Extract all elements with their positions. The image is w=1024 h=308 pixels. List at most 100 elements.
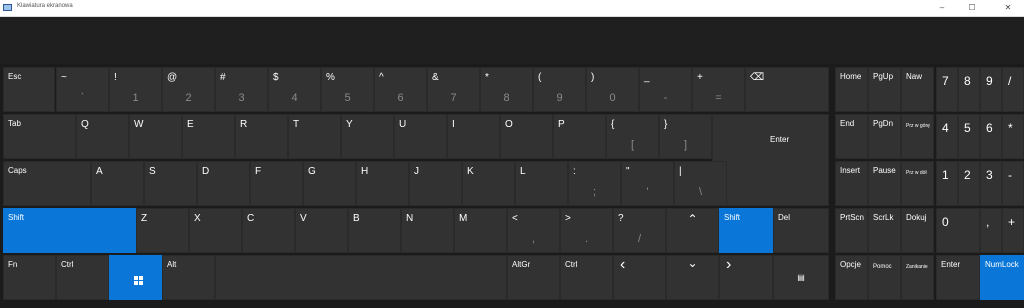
key-alt[interactable]: Alt: [162, 255, 215, 300]
key-equals[interactable]: + =: [692, 67, 745, 112]
key-enter[interactable]: Enter: [712, 114, 829, 206]
key-down[interactable]: ⌄: [666, 255, 719, 300]
key-numpad-5[interactable]: 5: [958, 114, 980, 159]
key-numpad-divide[interactable]: /: [1002, 67, 1024, 112]
key-e[interactable]: E: [182, 114, 235, 159]
key-windows[interactable]: [109, 255, 162, 300]
key-pgdn[interactable]: PgDn: [868, 114, 901, 159]
key-numpad-9[interactable]: 9: [980, 67, 1002, 112]
key-9[interactable]: (9: [533, 67, 586, 112]
key-naw[interactable]: Naw: [901, 67, 934, 112]
key-numpad-decimal[interactable]: ,: [980, 208, 1002, 253]
key-4[interactable]: $4: [268, 67, 321, 112]
key-altgr[interactable]: AltGr: [507, 255, 560, 300]
key-f[interactable]: F: [250, 161, 303, 206]
key-m[interactable]: M: [454, 208, 507, 253]
key-0[interactable]: ) 0: [586, 67, 639, 112]
key-ctrl[interactable]: Ctrl: [56, 255, 109, 300]
key-b[interactable]: B: [348, 208, 401, 253]
key-esc[interactable]: Esc: [3, 67, 55, 112]
key-s[interactable]: S: [144, 161, 197, 206]
key-5[interactable]: % 5: [321, 67, 374, 112]
key-right-ctrl[interactable]: Ctrl: [560, 255, 613, 300]
key-numpad-7[interactable]: 7: [936, 67, 958, 112]
key-pgup[interactable]: PgUp: [868, 67, 901, 112]
key-x[interactable]: X: [189, 208, 242, 253]
key-v[interactable]: V: [295, 208, 348, 253]
key-p[interactable]: P: [553, 114, 606, 159]
key-right-bracket[interactable]: }]: [659, 114, 712, 159]
key-period[interactable]: >.: [560, 208, 613, 253]
key-backspace[interactable]: ⌫: [745, 67, 829, 112]
key-up[interactable]: ⌃: [666, 208, 719, 253]
key-scrlk[interactable]: ScrLk: [868, 208, 901, 253]
key-numpad-2[interactable]: 2: [958, 161, 980, 206]
key-7[interactable]: & 7: [427, 67, 480, 112]
key-k[interactable]: K: [462, 161, 515, 206]
key-a[interactable]: A: [91, 161, 144, 206]
key-3[interactable]: #3: [215, 67, 268, 112]
key-y[interactable]: Y: [341, 114, 394, 159]
key-pause[interactable]: Pause: [868, 161, 901, 206]
key-tab[interactable]: Tab: [3, 114, 76, 159]
key-pomoc[interactable]: Pomoc: [868, 255, 901, 300]
key-insert[interactable]: Insert: [835, 161, 868, 206]
key-numpad-0[interactable]: 0: [936, 208, 980, 253]
key-z[interactable]: Z: [136, 208, 189, 253]
key-scroll-up[interactable]: Prz w górę: [901, 114, 934, 159]
key-l[interactable]: L: [515, 161, 568, 206]
key-tilde[interactable]: ~ `: [56, 67, 109, 112]
key-numpad-3[interactable]: 3: [980, 161, 1002, 206]
key-d[interactable]: D: [197, 161, 250, 206]
key-slash[interactable]: ? /: [613, 208, 666, 253]
key-w[interactable]: W: [129, 114, 182, 159]
key-numpad-enter[interactable]: Enter: [936, 255, 980, 300]
key-minus[interactable]: _ -: [639, 67, 692, 112]
key-end[interactable]: End: [835, 114, 868, 159]
key-numpad-1[interactable]: 1: [936, 161, 958, 206]
key-1[interactable]: ! 1: [109, 67, 162, 112]
key-q[interactable]: Q: [76, 114, 129, 159]
key-comma[interactable]: <,: [507, 208, 560, 253]
key-6[interactable]: ^ 6: [374, 67, 427, 112]
key-backslash[interactable]: | \: [674, 161, 727, 206]
key-c[interactable]: C: [242, 208, 295, 253]
key-h[interactable]: H: [356, 161, 409, 206]
key-caps[interactable]: Caps: [3, 161, 91, 206]
key-semicolon[interactable]: :;: [568, 161, 621, 206]
key-numpad-4[interactable]: 4: [936, 114, 958, 159]
key-left[interactable]: ‹: [613, 255, 666, 300]
key-space[interactable]: [215, 255, 507, 300]
key-g[interactable]: G: [303, 161, 356, 206]
key-numpad-6[interactable]: 6: [980, 114, 1002, 159]
key-2[interactable]: @2: [162, 67, 215, 112]
key-numpad-8[interactable]: 8: [958, 67, 980, 112]
key-prtscn[interactable]: PrtScn: [835, 208, 868, 253]
key-j[interactable]: J: [409, 161, 462, 206]
key-scroll-down[interactable]: Prz w dół: [901, 161, 934, 206]
key-home[interactable]: Home: [835, 67, 868, 112]
key-u[interactable]: U: [394, 114, 447, 159]
key-numlock[interactable]: NumLock: [980, 255, 1024, 300]
key-fn[interactable]: Fn: [3, 255, 56, 300]
key-right-shift[interactable]: Shift: [719, 208, 773, 253]
key-opcje[interactable]: Opcje: [835, 255, 868, 300]
key-left-bracket[interactable]: {[: [606, 114, 659, 159]
minimize-button[interactable]: –: [932, 0, 952, 16]
key-i[interactable]: I: [447, 114, 500, 159]
key-quote[interactable]: " ': [621, 161, 674, 206]
key-left-shift[interactable]: Shift: [3, 208, 136, 253]
maximize-button[interactable]: ☐: [962, 0, 982, 16]
close-button[interactable]: ✕: [998, 0, 1018, 16]
key-right[interactable]: ›: [719, 255, 773, 300]
key-del[interactable]: Del: [773, 208, 829, 253]
key-r[interactable]: R: [235, 114, 288, 159]
key-numpad-add[interactable]: +: [1002, 208, 1024, 253]
key-o[interactable]: O: [500, 114, 553, 159]
key-n[interactable]: N: [401, 208, 454, 253]
key-t[interactable]: T: [288, 114, 341, 159]
key-zanikanie[interactable]: Zanikanie: [901, 255, 934, 300]
key-numpad-subtract[interactable]: -: [1002, 161, 1024, 206]
key-numpad-multiply[interactable]: *: [1002, 114, 1024, 159]
key-8[interactable]: * 8: [480, 67, 533, 112]
